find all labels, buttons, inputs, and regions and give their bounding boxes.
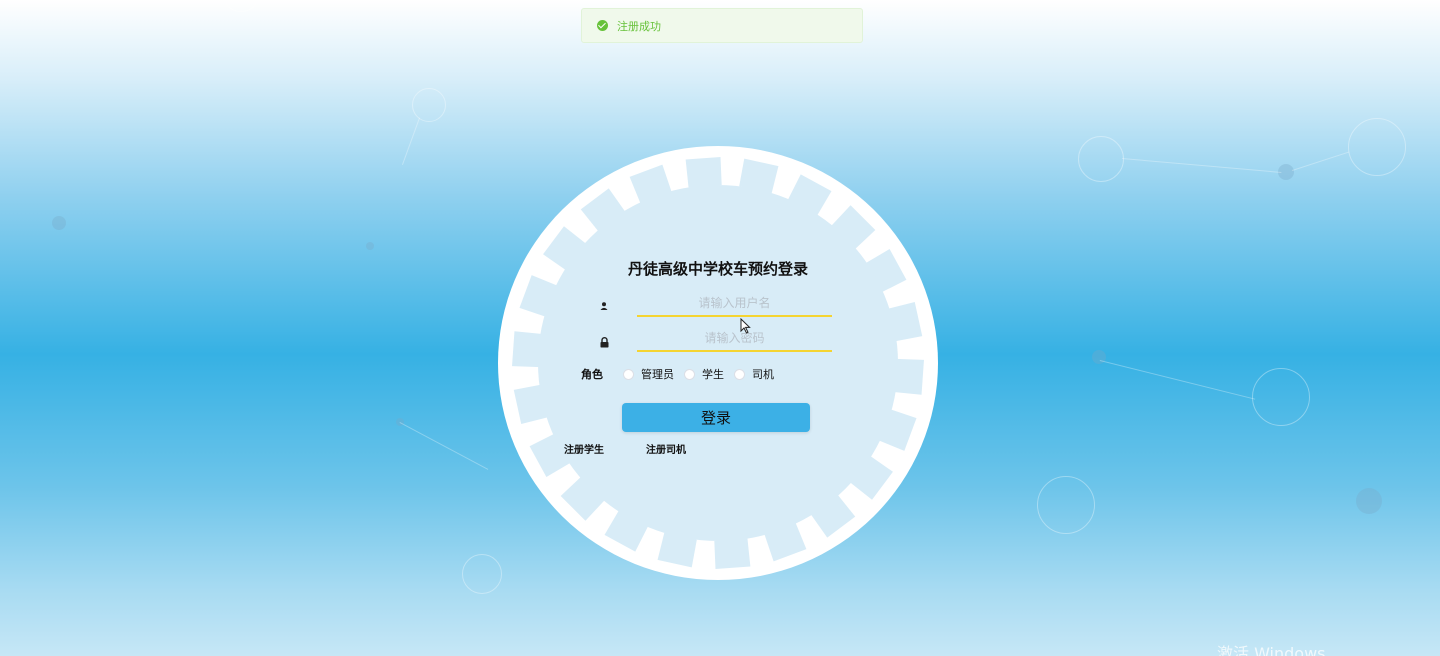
mouse-cursor-icon [740, 318, 751, 334]
toast-message: 注册成功 [617, 19, 661, 33]
page-title: 丹徒高级中学校车预约登录 [627, 260, 808, 278]
radio-button[interactable] [623, 368, 634, 380]
password-input[interactable] [637, 326, 832, 350]
role-option-label: 学生 [702, 368, 724, 381]
role-option-driver[interactable]: 司机 [734, 366, 774, 382]
register-student-link[interactable]: 注册学生 [564, 441, 604, 456]
role-label: 角色 [581, 368, 603, 381]
role-option-admin[interactable]: 管理员 [623, 366, 674, 382]
password-field[interactable] [637, 326, 832, 352]
lock-icon [600, 337, 614, 351]
role-selector: 角色 管理员 学生 司机 [581, 367, 784, 381]
role-option-student[interactable]: 学生 [684, 366, 724, 382]
user-icon [600, 302, 614, 316]
radio-button[interactable] [734, 368, 745, 380]
username-field[interactable] [637, 291, 832, 317]
gear-frame [498, 146, 938, 580]
login-button[interactable]: 登录 [622, 403, 810, 432]
username-input[interactable] [637, 291, 832, 315]
radio-button[interactable] [684, 368, 695, 380]
gear-tooth [893, 358, 924, 395]
role-option-label: 司机 [752, 368, 774, 381]
check-circle-icon [597, 20, 608, 31]
windows-activation-watermark: 激活 Windows [1217, 644, 1326, 656]
role-option-label: 管理员 [641, 368, 674, 381]
register-driver-link[interactable]: 注册司机 [646, 441, 686, 456]
gear-tooth [714, 538, 751, 569]
success-toast: 注册成功 [581, 8, 863, 43]
login-panel: 丹徒高级中学校车预约登录 角色 管理员 学生 司机 登录 注册学生 注册司机 [498, 146, 938, 580]
gear-tooth [685, 157, 722, 188]
gear-tooth [512, 331, 543, 368]
